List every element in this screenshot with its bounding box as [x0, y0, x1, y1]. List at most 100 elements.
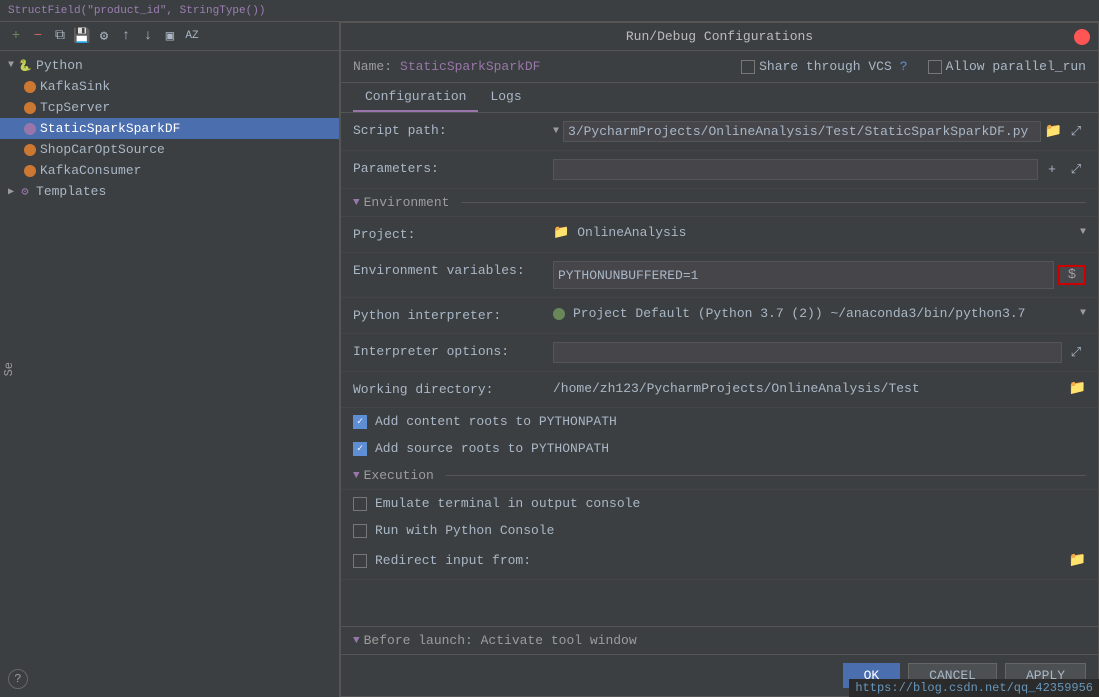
- kafkaconsumer-icon: [24, 165, 36, 177]
- allow-parallel-checkbox[interactable]: [928, 60, 942, 74]
- project-dropdown-icon[interactable]: ▼: [1080, 227, 1086, 238]
- sort-button[interactable]: AZ: [184, 28, 200, 44]
- project-name: OnlineAnalysis: [577, 225, 686, 240]
- tcpserver-icon: [24, 102, 36, 114]
- add-source-roots-checkbox[interactable]: [353, 442, 367, 456]
- script-path-input[interactable]: [563, 121, 1041, 142]
- script-path-dropdown-icon[interactable]: ▼: [553, 126, 559, 137]
- tree-item-tcpserver[interactable]: TcpServer: [0, 97, 339, 118]
- watermark: https://blog.csdn.net/qq_42359956: [849, 679, 1099, 697]
- tab-configuration[interactable]: Configuration: [353, 83, 478, 112]
- python-interp-dropdown-icon[interactable]: ▼: [1080, 308, 1086, 319]
- environment-section-header: ▼ Environment: [341, 189, 1098, 217]
- topbar-code: StructField("product_id", StringType()): [8, 5, 265, 17]
- script-path-expand-icon[interactable]: ⤢: [1066, 122, 1086, 142]
- name-label: Name:: [353, 59, 392, 74]
- python-arrow-icon: ▼: [8, 60, 14, 71]
- tree-item-templates[interactable]: ▶ ⚙ Templates: [0, 181, 339, 202]
- move-down-button[interactable]: ↓: [140, 28, 156, 44]
- emulate-terminal-label: Emulate terminal in output console: [375, 496, 640, 511]
- emulate-terminal-row: Emulate terminal in output console: [341, 490, 1098, 517]
- tree-item-kafkaconsumer-label: KafkaConsumer: [40, 163, 141, 178]
- add-source-roots-row: Add source roots to PYTHONPATH: [341, 435, 1098, 462]
- interp-options-row: Interpreter options: ⤢: [341, 334, 1098, 372]
- add-source-roots-label: Add source roots to PYTHONPATH: [375, 441, 609, 456]
- share-vcs-checkbox[interactable]: [741, 60, 755, 74]
- dialog-tabs: Configuration Logs: [341, 83, 1098, 113]
- environment-section-label: Environment: [364, 195, 450, 210]
- tree-item-kafkasink-label: KafkaSink: [40, 79, 110, 94]
- working-dir-label: Working directory:: [353, 380, 553, 397]
- parameters-add-icon[interactable]: +: [1042, 160, 1062, 180]
- environment-divider: [461, 202, 1086, 203]
- redirect-input-checkbox[interactable]: [353, 554, 367, 568]
- share-vcs-help-icon[interactable]: ?: [900, 59, 908, 74]
- redirect-input-browse-icon[interactable]: 📁: [1069, 552, 1086, 569]
- tree-item-shopcar-label: ShopCarOptSource: [40, 142, 165, 157]
- shopcar-icon: [24, 144, 36, 156]
- tree-item-static-label: StaticSparkSparkDF: [40, 121, 180, 136]
- env-vars-label: Environment variables:: [353, 261, 553, 278]
- copy-config-button[interactable]: ⧉: [52, 28, 68, 44]
- add-content-roots-checkbox[interactable]: [353, 415, 367, 429]
- move-up-button[interactable]: ↑: [118, 28, 134, 44]
- redirect-input-label: Redirect input from:: [375, 553, 531, 568]
- run-python-console-checkbox[interactable]: [353, 524, 367, 538]
- share-vcs-label: Share through VCS: [759, 59, 892, 74]
- run-python-console-label: Run with Python Console: [375, 523, 554, 538]
- dialog-body: Script path: ▼ 📁 ⤢ Parameters: + ⤢: [341, 113, 1098, 626]
- ide-topbar: StructField("product_id", StringType()): [0, 0, 1099, 22]
- python-label: Python: [36, 58, 83, 73]
- script-path-label: Script path:: [353, 121, 553, 138]
- script-path-browse-icon[interactable]: 📁: [1045, 123, 1062, 140]
- interp-options-expand-icon[interactable]: ⤢: [1066, 343, 1086, 363]
- tree-item-static[interactable]: StaticSparkSparkDF: [0, 118, 339, 139]
- interp-options-input[interactable]: [553, 342, 1062, 363]
- dialog-close-button[interactable]: [1074, 29, 1090, 45]
- tree-root-python[interactable]: ▼ 🐍 Python: [0, 55, 339, 76]
- parameters-expand-icon[interactable]: ⤢: [1066, 160, 1086, 180]
- python-interp-text: Project Default (Python 3.7 (2)) ~/anaco…: [573, 306, 1025, 321]
- parameters-row: Parameters: + ⤢: [341, 151, 1098, 189]
- parameters-label: Parameters:: [353, 159, 553, 176]
- dialog-header: Name: StaticSparkSparkDF Share through V…: [341, 51, 1098, 83]
- run-python-console-row: Run with Python Console: [341, 517, 1098, 544]
- execution-section-label: Execution: [364, 468, 434, 483]
- templates-label: Templates: [36, 184, 106, 199]
- python-folder-icon: 🐍: [18, 59, 32, 73]
- env-vars-dollar-button[interactable]: $: [1058, 265, 1086, 285]
- env-vars-row: Environment variables: $: [341, 253, 1098, 298]
- tree-item-kafkasink[interactable]: KafkaSink: [0, 76, 339, 97]
- name-value: StaticSparkSparkDF: [400, 59, 540, 74]
- interp-options-value: ⤢: [553, 342, 1086, 363]
- save-config-button[interactable]: 💾: [74, 28, 90, 44]
- tree-item-kafkaconsumer[interactable]: KafkaConsumer: [0, 160, 339, 181]
- environment-collapse-icon[interactable]: ▼: [353, 197, 360, 209]
- grid-button[interactable]: ▣: [162, 28, 178, 44]
- share-section: Share through VCS ? Allow parallel_run: [741, 59, 1086, 74]
- dialog-overlay: Run/Debug Configurations Name: StaticSpa…: [340, 22, 1099, 697]
- kafkasink-icon: [24, 81, 36, 93]
- env-vars-input[interactable]: [553, 261, 1054, 289]
- remove-config-button[interactable]: −: [30, 28, 46, 44]
- add-config-button[interactable]: +: [8, 28, 24, 44]
- parameters-input[interactable]: [553, 159, 1038, 180]
- help-button[interactable]: ?: [8, 669, 28, 689]
- python-interp-row: Python interpreter: Project Default (Pyt…: [341, 298, 1098, 334]
- tab-logs[interactable]: Logs: [478, 83, 533, 112]
- tree-item-shopcar[interactable]: ShopCarOptSource: [0, 139, 339, 160]
- dialog-title: Run/Debug Configurations: [626, 29, 813, 44]
- static-icon: [24, 123, 36, 135]
- working-dir-browse-icon[interactable]: 📁: [1069, 380, 1086, 397]
- templates-gear-icon: ⚙: [18, 185, 32, 199]
- project-value: 📁 OnlineAnalysis ▼: [553, 225, 1086, 240]
- before-launch-section: ▼ Before launch: Activate tool window: [341, 626, 1098, 654]
- before-launch-collapse-icon[interactable]: ▼: [353, 635, 360, 647]
- dialog-titlebar: Run/Debug Configurations: [341, 23, 1098, 51]
- execution-collapse-icon[interactable]: ▼: [353, 470, 360, 482]
- script-path-row: Script path: ▼ 📁 ⤢: [341, 113, 1098, 151]
- settings-button[interactable]: ⚙: [96, 28, 112, 44]
- sidebar: + − ⧉ 💾 ⚙ ↑ ↓ ▣ AZ ▼ 🐍 Python KafkaSink: [0, 22, 340, 697]
- emulate-terminal-checkbox[interactable]: [353, 497, 367, 511]
- script-path-value: ▼ 📁 ⤢: [553, 121, 1086, 142]
